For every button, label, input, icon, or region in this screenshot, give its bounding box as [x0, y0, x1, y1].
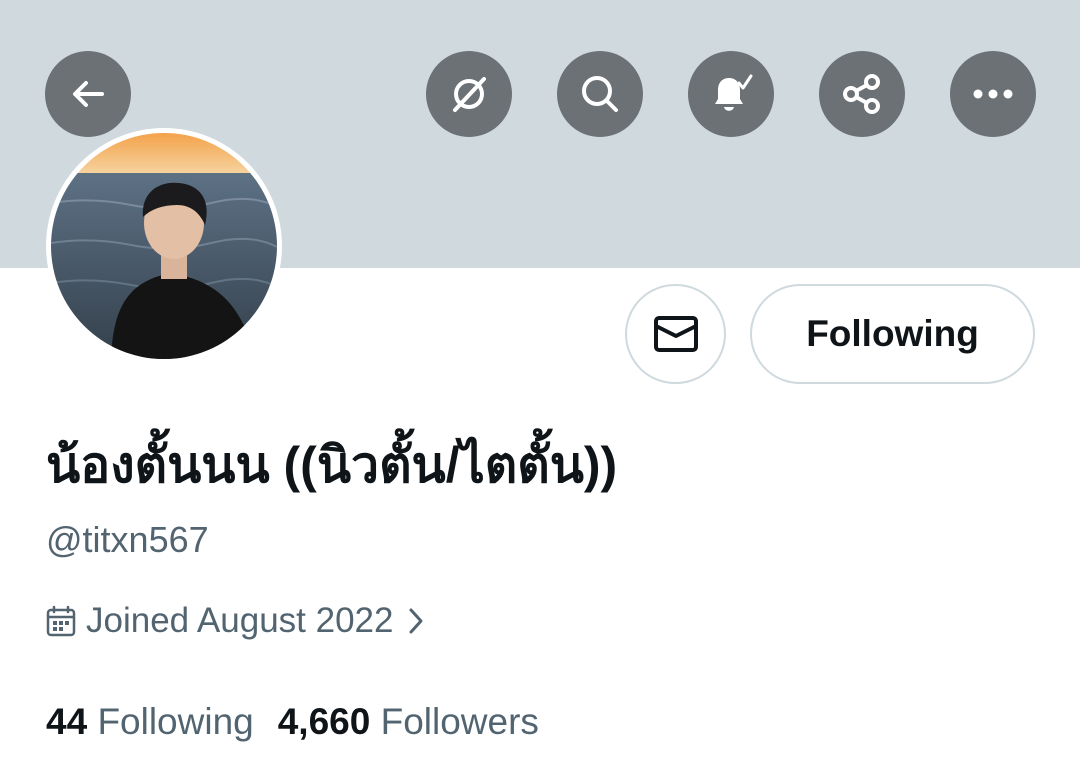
profile-photo: [51, 133, 277, 359]
followers-label: Followers: [380, 701, 539, 742]
grok-icon: [453, 77, 486, 112]
share-icon: [843, 74, 880, 114]
avatar[interactable]: [46, 128, 282, 364]
bell-check-icon: [715, 74, 753, 111]
following-count: 44: [46, 701, 88, 742]
following-button[interactable]: Following: [750, 284, 1035, 384]
display-name: น้องตั้นนน ((นิวตั้น/ไตตั้น)): [46, 437, 618, 493]
search-icon: [582, 76, 618, 112]
joined-date-text: Joined August 2022: [86, 601, 394, 640]
following-button-label: Following: [806, 313, 979, 354]
followers-count: 4,660: [277, 701, 371, 742]
message-button[interactable]: [625, 284, 726, 384]
back-button[interactable]: [45, 51, 131, 137]
share-button[interactable]: [819, 51, 905, 137]
arrow-left-icon: [73, 81, 104, 107]
notifications-button[interactable]: [688, 51, 774, 137]
search-button[interactable]: [557, 51, 643, 137]
more-button[interactable]: [950, 51, 1036, 137]
more-dots-icon: [973, 89, 1013, 99]
chevron-right-icon: [409, 608, 423, 634]
follow-stats: 44 Following 4,660 Followers: [46, 703, 563, 740]
envelope-icon: [653, 316, 698, 352]
following-stat-link[interactable]: 44 Following: [46, 703, 254, 740]
grok-button[interactable]: [426, 51, 512, 137]
followers-stat-link[interactable]: 4,660 Followers: [278, 703, 539, 740]
joined-date-row[interactable]: Joined August 2022: [46, 600, 425, 642]
user-handle: @titxn567: [46, 519, 209, 560]
following-label: Following: [97, 701, 254, 742]
calendar-icon: [46, 605, 76, 637]
